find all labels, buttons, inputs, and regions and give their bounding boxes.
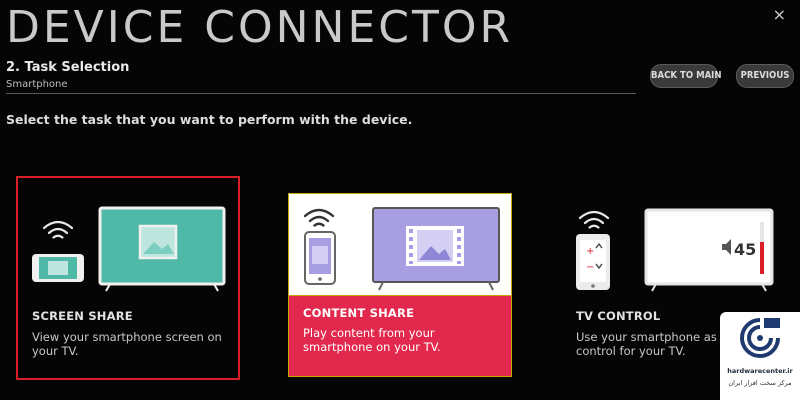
content-share-option[interactable]: CONTENT SHARE Play content from your sma…	[288, 193, 512, 377]
content-share-illustration	[288, 193, 512, 296]
screen-share-title: SCREEN SHARE	[32, 309, 133, 323]
watermark-logo: hardwarecenter.ir مرکز سخت افزار ایران	[720, 312, 800, 400]
step-title: 2. Task Selection	[6, 60, 130, 75]
content-share-description: Play content from your smartphone on you…	[303, 326, 441, 354]
watermark-persian: مرکز سخت افزار ایران	[728, 379, 792, 387]
screen-share-description: View your smartphone screen on your TV.	[32, 330, 222, 358]
tv-control-icon: + − 45	[576, 208, 774, 292]
tv-control-title: TV CONTROL	[576, 309, 661, 323]
content-share-icon	[303, 207, 500, 291]
close-icon[interactable]: ×	[773, 5, 786, 24]
watermark-site: hardwarecenter.ir	[727, 367, 793, 375]
page-title: DEVICE CONNECTOR	[6, 2, 514, 53]
screen-share-icon	[32, 206, 226, 292]
volume-readout: 45	[734, 240, 756, 259]
previous-button[interactable]: PREVIOUS	[736, 64, 794, 88]
content-share-title: CONTENT SHARE	[303, 306, 415, 320]
hardware-center-logo-icon	[740, 318, 780, 358]
svg-text:+: +	[586, 246, 594, 257]
svg-text:−: −	[586, 262, 594, 273]
header-divider	[6, 93, 636, 94]
device-type-label: Smartphone	[6, 79, 68, 90]
instruction-text: Select the task that you want to perform…	[6, 112, 413, 127]
back-to-main-button[interactable]: BACK TO MAIN	[650, 64, 722, 88]
screen-share-option[interactable]: SCREEN SHARE View your smartphone screen…	[16, 176, 240, 380]
